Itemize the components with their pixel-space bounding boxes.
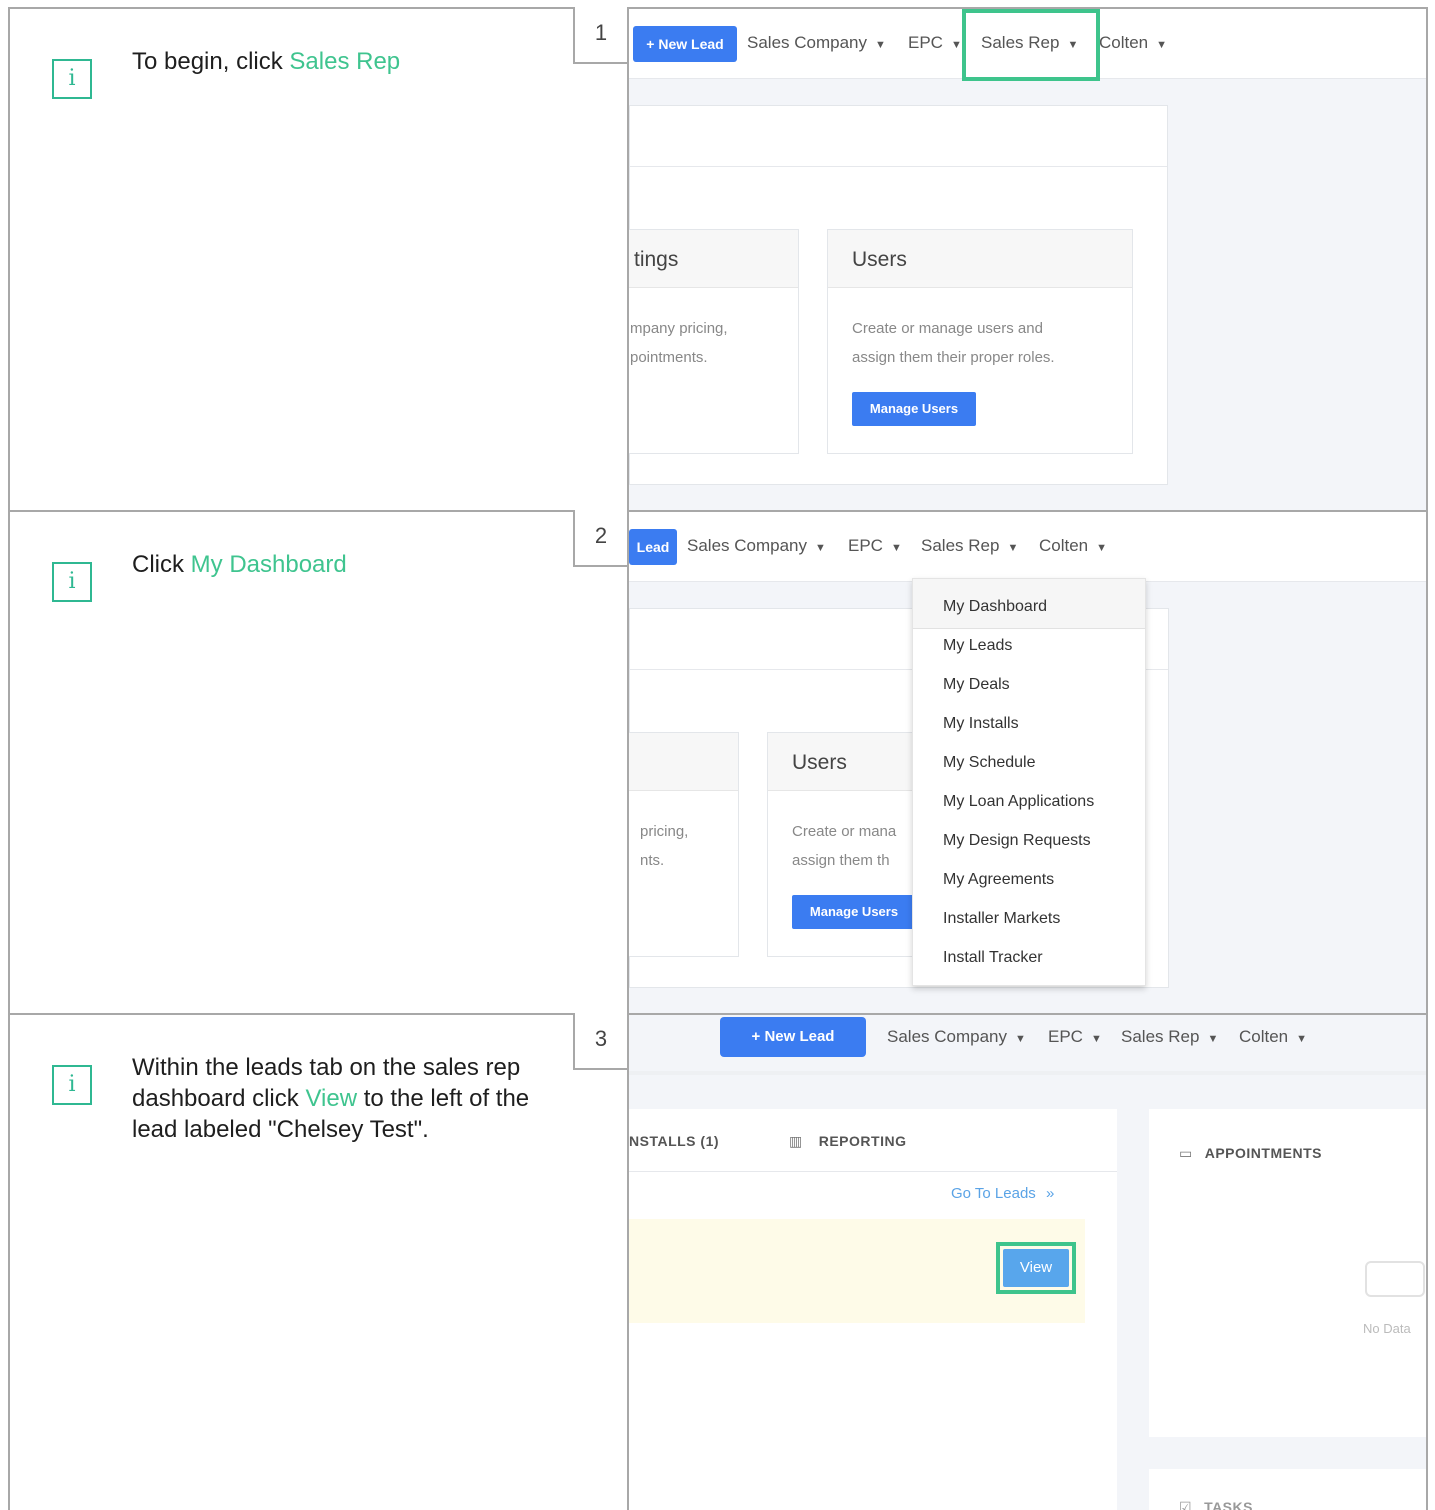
checkbox-icon: ☑ — [1179, 1499, 1193, 1510]
nav-sales-rep[interactable]: Sales Rep ▼ — [921, 536, 1018, 556]
nav-sales-company[interactable]: Sales Company ▼ — [687, 536, 826, 556]
nav-epc[interactable]: EPC ▼ — [1048, 1027, 1102, 1047]
new-lead-button[interactable]: + New Lead — [720, 1017, 866, 1057]
step-2: i Click My Dashboard Lead Sales Company ▼… — [8, 510, 1428, 1015]
step-3: i Within the leads tab on the sales rep … — [8, 1013, 1428, 1510]
step-1-highlight: Sales Rep — [289, 48, 401, 75]
caret-down-icon: ▼ — [1090, 1033, 1102, 1045]
step-1-screenshot: + New Lead Sales Company ▼ EPC ▼ Sales Rep… — [629, 9, 1426, 510]
tasks-panel: ☑ TASKS — [1149, 1469, 1426, 1510]
step-1-instructions: i To begin, click Sales Rep — [10, 9, 627, 510]
step-number: 1 — [573, 7, 629, 64]
dropdown-item-my-schedule[interactable]: My Schedule — [943, 754, 1036, 772]
manage-users-button[interactable]: Manage Users — [852, 392, 976, 426]
highlight-box — [962, 9, 1100, 81]
dropdown-item-my-leads[interactable]: My Leads — [943, 637, 1012, 655]
header-shadow — [629, 1071, 1426, 1075]
settings-card: pricing, nts. — [629, 732, 739, 957]
step-2-instructions: i Click My Dashboard — [10, 512, 627, 1013]
chart-icon: ▥ — [789, 1133, 803, 1149]
caret-down-icon: ▼ — [950, 39, 962, 51]
card-description: Create or mana assign them th — [792, 823, 897, 869]
caret-down-icon: ▼ — [1296, 1033, 1308, 1045]
nav-epc[interactable]: EPC ▼ — [908, 33, 962, 53]
new-lead-button[interactable]: + New Lead — [633, 26, 737, 62]
dropdown-item-my-loan-applications[interactable]: My Loan Applications — [943, 793, 1094, 811]
nav-user[interactable]: Colten ▼ — [1099, 33, 1167, 53]
calendar-icon: ▭ — [1179, 1145, 1193, 1161]
info-icon: i — [52, 1065, 92, 1105]
panel-divider — [630, 166, 1167, 167]
step-number: 2 — [573, 510, 629, 567]
nav-user[interactable]: Colten ▼ — [1239, 1027, 1307, 1047]
step-2-screenshot: Lead Sales Company ▼ EPC ▼ Sales Rep ▼ Colt… — [629, 512, 1426, 1013]
top-nav-bar: + New Lead Sales Company ▼ EPC ▼ Sales Rep… — [629, 9, 1426, 81]
caret-down-icon: ▼ — [890, 542, 902, 554]
nav-epc[interactable]: EPC ▼ — [848, 536, 902, 556]
card-title — [629, 733, 738, 791]
card-title: tings — [629, 230, 798, 288]
users-card: Users Create or manage users and assign t… — [827, 229, 1133, 454]
dropdown-item-installer-markets[interactable]: Installer Markets — [943, 910, 1060, 928]
step-2-text: Click My Dashboard — [132, 551, 347, 578]
nav-sales-company[interactable]: Sales Company ▼ — [747, 33, 886, 53]
top-nav-bar: + New Lead Sales Company ▼ EPC ▼ Sales Rep… — [629, 1015, 1426, 1071]
step-number: 3 — [573, 1013, 629, 1070]
appointments-heading: ▭ APPOINTMENTS — [1179, 1145, 1322, 1161]
dropdown-item-my-deals[interactable]: My Deals — [943, 676, 1010, 694]
caret-down-icon: ▼ — [1156, 39, 1168, 51]
card-description: mpany pricing, pointments. — [630, 320, 728, 366]
card-title: Users — [828, 230, 1132, 288]
caret-down-icon: ▼ — [1007, 542, 1019, 554]
card-description: Create or manage users and assign them th… — [852, 320, 1055, 366]
appointments-panel: ▭ APPOINTMENTS No Data — [1149, 1109, 1426, 1437]
step-1: i To begin, click Sales Rep + New Lead S… — [8, 7, 1428, 512]
nav-user[interactable]: Colten ▼ — [1039, 536, 1107, 556]
new-lead-button[interactable]: Lead — [629, 529, 677, 565]
dropdown-item-my-agreements[interactable]: My Agreements — [943, 871, 1054, 889]
step-1-text: To begin, click Sales Rep — [132, 48, 401, 75]
card-description: pricing, nts. — [640, 823, 689, 869]
highlight-box — [996, 1242, 1076, 1294]
double-chevron-right-icon: » — [1045, 1185, 1055, 1202]
sales-rep-dropdown: My Dashboard My Leads My Deals My Instal… — [912, 578, 1146, 986]
caret-down-icon: ▼ — [1096, 542, 1108, 554]
no-data-text: No Data — [1363, 1321, 1411, 1336]
dropdown-item-install-tracker[interactable]: Install Tracker — [943, 949, 1043, 967]
manage-users-button[interactable]: Manage Users — [792, 895, 916, 929]
caret-down-icon: ▼ — [1207, 1033, 1219, 1045]
tab-installs[interactable]: NSTALLS (1) — [629, 1133, 719, 1149]
tasks-heading: ☑ TASKS — [1179, 1499, 1253, 1510]
dropdown-item-my-dashboard[interactable]: My Dashboard — [943, 598, 1047, 616]
empty-inbox-icon — [1365, 1261, 1425, 1297]
settings-card: tings mpany pricing, pointments. — [629, 229, 799, 454]
tab-divider — [629, 1171, 1117, 1172]
go-to-leads-link[interactable]: Go To Leads » — [951, 1185, 1054, 1202]
dropdown-item-my-design-requests[interactable]: My Design Requests — [943, 832, 1091, 850]
step-2-highlight: My Dashboard — [190, 551, 347, 578]
nav-sales-company[interactable]: Sales Company ▼ — [887, 1027, 1026, 1047]
dropdown-item-my-installs[interactable]: My Installs — [943, 715, 1019, 733]
leads-panel: NSTALLS (1) ▥ REPORTING Go To Leads » Vie… — [629, 1109, 1117, 1510]
tab-reporting[interactable]: ▥ REPORTING — [789, 1133, 906, 1150]
step-3-instructions: i Within the leads tab on the sales rep … — [10, 1015, 627, 1510]
nav-sales-rep[interactable]: Sales Rep ▼ — [1121, 1027, 1218, 1047]
step-3-highlight: View — [305, 1085, 358, 1112]
step-3-text: Within the leads tab on the sales rep da… — [132, 1054, 530, 1143]
step-3-screenshot: + New Lead Sales Company ▼ EPC ▼ Sales Rep… — [629, 1015, 1426, 1510]
caret-down-icon: ▼ — [875, 39, 886, 51]
caret-down-icon: ▼ — [1015, 1033, 1026, 1045]
info-icon: i — [52, 59, 92, 99]
top-nav-bar: Lead Sales Company ▼ EPC ▼ Sales Rep ▼ Colt… — [629, 512, 1426, 582]
info-icon: i — [52, 562, 92, 602]
caret-down-icon: ▼ — [815, 542, 826, 554]
